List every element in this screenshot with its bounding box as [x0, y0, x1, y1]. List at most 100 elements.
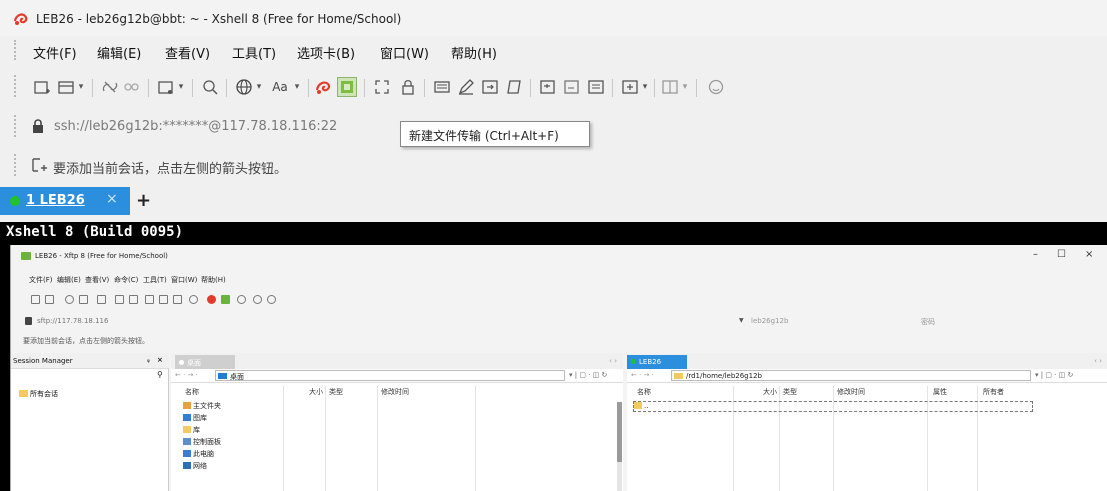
list-item[interactable]: ..: [633, 401, 1033, 412]
xftp-menu-view[interactable]: 查看(V): [85, 275, 109, 285]
col-modified[interactable]: 修改时间: [381, 387, 409, 397]
help-icon[interactable]: [706, 77, 726, 97]
address-field[interactable]: ssh://leb26g12b:*******@117.78.18.116:22: [54, 119, 337, 134]
send-icon[interactable]: [538, 77, 558, 97]
close-icon[interactable]: ×: [157, 356, 163, 364]
list-item[interactable]: 网络: [183, 461, 207, 471]
remote-path-field[interactable]: /rd1/home/leb26g12b: [671, 370, 1031, 381]
search-icon[interactable]: ⚲: [157, 370, 163, 379]
xftp-xshell-icon[interactable]: [207, 295, 216, 304]
dropdown-icon[interactable]: ▾: [76, 77, 86, 97]
local-scrollbar[interactable]: [617, 402, 622, 491]
script-icon[interactable]: [480, 77, 500, 97]
maximize-button[interactable]: ☐: [1057, 249, 1066, 260]
col-type[interactable]: 类型: [783, 387, 797, 397]
col-name[interactable]: 名称: [637, 387, 651, 397]
layout-icon[interactable]: [620, 77, 640, 97]
menu-help[interactable]: 帮助(H): [451, 43, 497, 62]
scrollbar-thumb[interactable]: [617, 402, 622, 462]
new-session-icon[interactable]: [32, 77, 52, 97]
pin-icon[interactable]: ᵩ: [147, 356, 150, 364]
xftp-menu-window[interactable]: 窗口(W): [171, 275, 197, 285]
new-file-transfer-icon[interactable]: [337, 77, 357, 97]
session-grip[interactable]: [14, 154, 16, 176]
dropdown-icon[interactable]: ▾: [680, 77, 690, 97]
col-owner[interactable]: 所有者: [983, 387, 1004, 397]
split-icon[interactable]: [660, 77, 680, 97]
col-attributes[interactable]: 属性: [933, 387, 947, 397]
xftp-help-icon[interactable]: [253, 295, 262, 304]
remote-path-tools-icon[interactable]: ▾ | ▢ · ◫ ↻: [1035, 371, 1073, 379]
xftp-upload-icon[interactable]: [129, 295, 138, 304]
xftp-copy-icon[interactable]: [145, 295, 154, 304]
address-grip[interactable]: [14, 115, 16, 137]
tab-close-icon[interactable]: ×: [106, 191, 118, 207]
dropdown-icon[interactable]: ▾: [254, 77, 264, 97]
open-session-icon[interactable]: [56, 77, 76, 97]
close-button[interactable]: ×: [1085, 249, 1093, 260]
col-name[interactable]: 名称: [185, 387, 199, 397]
local-path-field[interactable]: 桌面: [215, 370, 565, 381]
add-session-icon[interactable]: [32, 158, 48, 172]
xftp-view-icon[interactable]: [97, 295, 106, 304]
fullscreen-icon[interactable]: [372, 77, 392, 97]
menu-file[interactable]: 文件(F): [33, 43, 77, 62]
keyboard-icon[interactable]: [432, 77, 452, 97]
tab-scroll-icon[interactable]: ‹ ›: [1094, 357, 1102, 365]
session-search[interactable]: ⚲: [11, 369, 169, 383]
menu-tabs[interactable]: 选项卡(B): [297, 43, 355, 62]
log-icon[interactable]: [504, 77, 524, 97]
xftp-globe-icon[interactable]: [189, 295, 198, 304]
xftp-menu-tools[interactable]: 工具(T): [143, 275, 167, 285]
xftp-open-icon[interactable]: [45, 295, 54, 304]
chevron-down-icon[interactable]: ▼: [739, 317, 744, 324]
menu-view[interactable]: 查看(V): [165, 43, 210, 62]
menu-grip[interactable]: [14, 40, 16, 60]
tab-desktop[interactable]: 桌面: [175, 355, 235, 369]
xftp-menu-file[interactable]: 文件(F): [29, 275, 53, 285]
col-modified[interactable]: 修改时间: [837, 387, 865, 397]
xftp-disconnect-icon[interactable]: [65, 295, 74, 304]
local-path-tools-icon[interactable]: ▾ | ▢ · ◫ ↻: [569, 371, 607, 379]
xftp-menu-command[interactable]: 命令(C): [114, 275, 138, 285]
session-folder-all[interactable]: 所有会话: [19, 389, 58, 399]
font-icon[interactable]: Aa: [268, 77, 292, 97]
xftp-refresh-icon[interactable]: [115, 295, 124, 304]
xftp-settings-icon[interactable]: [237, 295, 246, 304]
list-item[interactable]: 库: [183, 425, 200, 435]
add-tab-button[interactable]: +: [136, 190, 151, 211]
menu-edit[interactable]: 编辑(E): [97, 43, 141, 62]
menu-tools[interactable]: 工具(T): [232, 43, 276, 62]
tab-scroll-icon[interactable]: ‹ ›: [609, 357, 617, 365]
new-tab-icon[interactable]: [156, 77, 176, 97]
xftp-menu-help[interactable]: 帮助(H): [201, 275, 226, 285]
xftp-user-field[interactable]: leb26g12b: [751, 317, 788, 325]
send-all-icon[interactable]: [562, 77, 582, 97]
xftp-new-tab-icon[interactable]: [79, 295, 88, 304]
list-item[interactable]: 控制面板: [183, 437, 221, 447]
xftp-address-field[interactable]: sftp://117.78.18.116: [37, 317, 108, 325]
xftp-transfer-icon[interactable]: [221, 295, 230, 304]
compose-icon[interactable]: [456, 77, 476, 97]
xftp-icon[interactable]: [314, 77, 334, 97]
tab-leb26[interactable]: 1 LEB26 ×: [0, 187, 130, 215]
xftp-paste-icon[interactable]: [159, 295, 168, 304]
xftp-menu-edit[interactable]: 编辑(E): [57, 275, 81, 285]
find-icon[interactable]: [200, 77, 220, 97]
lock-icon[interactable]: [398, 77, 418, 97]
nav-arrows-icon[interactable]: ← · → ·: [631, 371, 654, 379]
disconnect-icon[interactable]: [100, 77, 120, 97]
globe-icon[interactable]: [234, 77, 254, 97]
list-item[interactable]: 图库: [183, 413, 207, 423]
xftp-list-icon[interactable]: [173, 295, 182, 304]
xftp-password-field[interactable]: 密码: [921, 317, 935, 327]
tab-leb26-remote[interactable]: LEB26: [627, 355, 687, 369]
dropdown-icon[interactable]: ▾: [176, 77, 186, 97]
dropdown-icon[interactable]: ▾: [640, 77, 650, 97]
list-item[interactable]: 主文件夹: [183, 401, 221, 411]
col-type[interactable]: 类型: [329, 387, 343, 397]
nav-arrows-icon[interactable]: ← · → ·: [175, 371, 198, 379]
dropdown-icon[interactable]: ▾: [292, 77, 302, 97]
list-item[interactable]: 此电脑: [183, 449, 214, 459]
toolbar-grip[interactable]: [14, 75, 16, 97]
